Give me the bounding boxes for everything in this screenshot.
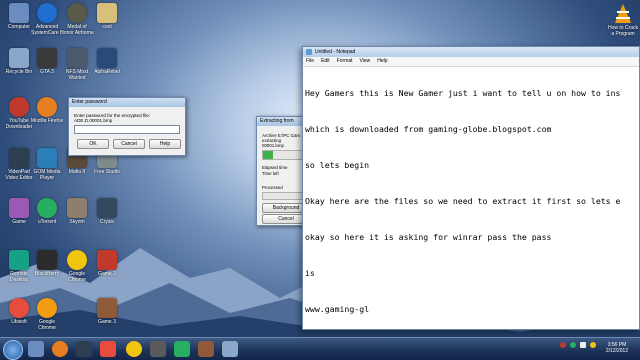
- notepad-text-area[interactable]: Hey Gamers this is New Gamer just i want…: [303, 67, 639, 345]
- taskbar-firefox-icon[interactable]: [52, 341, 68, 357]
- extract-archive-line: Archive E:\PC Gam extracting 00001.bmp: [262, 133, 301, 148]
- notepad-menubar: File Edit Format View Help: [303, 57, 639, 67]
- tray-icon[interactable]: [590, 342, 596, 348]
- cancel-button[interactable]: Cancel: [113, 139, 145, 149]
- help-button[interactable]: Help: [149, 139, 181, 149]
- password-filename: ADE.D.00001.bmp: [74, 118, 113, 123]
- tray-icon[interactable]: [570, 342, 576, 348]
- text-line: Hey Gamers this is New Gamer just i want…: [305, 88, 621, 98]
- password-dialog-title: Enter password: [69, 98, 185, 107]
- system-tray: [560, 342, 596, 348]
- advanced-systemcare-icon[interactable]: Advanced SystemCare 5: [30, 3, 64, 36]
- text-line: www.gaming-gl: [305, 304, 370, 314]
- password-dialog: Enter password Enter password for the en…: [68, 97, 186, 156]
- blackberry-icon[interactable]: BlackBerry: [30, 250, 64, 277]
- nfs-icon[interactable]: NFS Most Wanted: [60, 48, 94, 81]
- taskbar-chrome-icon[interactable]: [126, 341, 142, 357]
- tray-icon[interactable]: [580, 342, 586, 348]
- text-line: is: [305, 268, 315, 278]
- taskbar-winrar-icon[interactable]: [198, 341, 214, 357]
- game-icon[interactable]: Game: [2, 198, 36, 225]
- clock[interactable]: 3:56 PM 2/12/2012: [598, 342, 636, 354]
- vlc-icon[interactable]: How to Crack a Program: [606, 3, 640, 37]
- elapsed-label: Elapsed time: [262, 165, 288, 170]
- ok-button[interactable]: OK: [77, 139, 109, 149]
- crysis-icon[interactable]: Crysis: [90, 198, 124, 225]
- start-button[interactable]: [3, 340, 23, 360]
- firefox-icon[interactable]: Mozilla Firefox: [30, 97, 64, 124]
- chrome-icon[interactable]: Google Chrome: [60, 250, 94, 283]
- text-line: so lets begin: [305, 160, 370, 170]
- alpharebel-icon[interactable]: AlphaRebel: [90, 48, 124, 75]
- time-left-label: Time left: [262, 171, 279, 176]
- medal-of-honor-icon[interactable]: Medal of Honor Airborne: [60, 3, 94, 36]
- taskbar: 3:56 PM 2/12/2012: [0, 337, 640, 360]
- menu-view[interactable]: View: [360, 57, 371, 66]
- processed-label: Processed: [262, 185, 283, 190]
- taskbar-app2-icon[interactable]: [174, 341, 190, 357]
- game3-icon[interactable]: Game 3: [90, 298, 124, 325]
- text-line: which is downloaded from gaming-globe.bl…: [305, 124, 552, 134]
- text-line: okay so here it is asking for winrar pas…: [305, 232, 552, 242]
- cool-icon[interactable]: cool: [90, 3, 124, 30]
- taskbar-app-icon[interactable]: [150, 341, 166, 357]
- menu-format[interactable]: Format: [337, 57, 353, 66]
- menu-help[interactable]: Help: [377, 57, 387, 66]
- gta-icon[interactable]: GTA 3: [30, 48, 64, 75]
- chrome-icon-2[interactable]: Google Chrome: [30, 298, 64, 331]
- gom-player-icon[interactable]: GOM Media Player: [30, 148, 64, 181]
- password-input[interactable]: [74, 125, 180, 134]
- menu-file[interactable]: File: [306, 57, 314, 66]
- taskbar-photoshop-icon[interactable]: [76, 341, 92, 357]
- skyrim-icon[interactable]: Skyrim: [60, 198, 94, 225]
- notepad-title: Untitled - Notepad: [315, 49, 356, 55]
- game2-icon[interactable]: Game 2: [90, 250, 124, 277]
- taskbar-media-icon[interactable]: [100, 341, 116, 357]
- notepad-window: Untitled - Notepad File Edit Format View…: [302, 46, 640, 330]
- notepad-titlebar: Untitled - Notepad: [303, 47, 639, 57]
- tray-icon[interactable]: [560, 342, 566, 348]
- text-line: Okay here are the files so we need to ex…: [305, 196, 621, 206]
- taskbar-notepad-icon[interactable]: [222, 341, 238, 357]
- menu-edit[interactable]: Edit: [321, 57, 330, 66]
- notepad-app-icon: [306, 49, 312, 55]
- taskbar-explorer-icon[interactable]: [28, 341, 44, 357]
